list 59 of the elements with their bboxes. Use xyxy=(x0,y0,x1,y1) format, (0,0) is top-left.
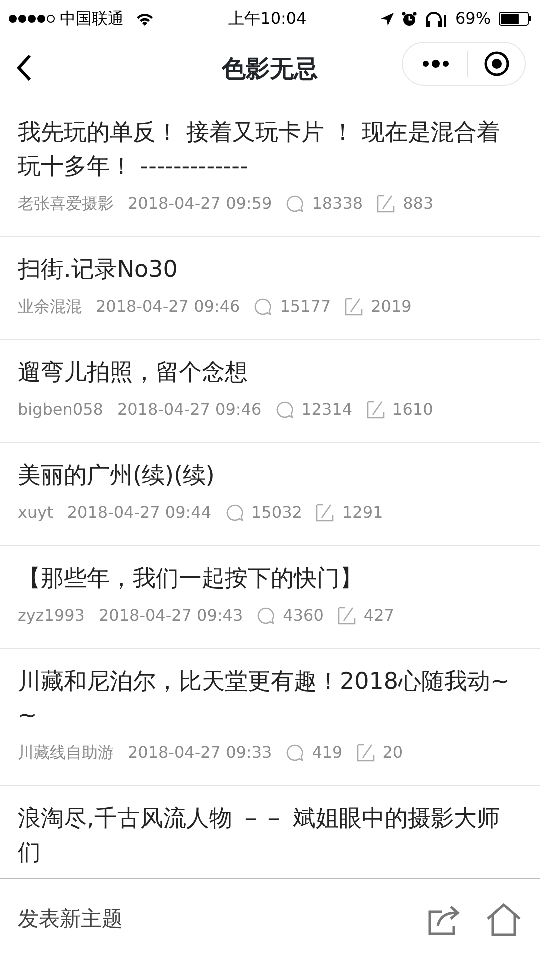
edit-icon xyxy=(377,195,396,213)
carrier-name: 中国联通 xyxy=(60,8,124,30)
reply-count: 1291 xyxy=(342,502,384,524)
view-count: 18338 xyxy=(312,193,364,215)
post-title[interactable]: 【那些年，我们一起按下的快门】 xyxy=(18,562,522,596)
post-author: 业余混混 xyxy=(18,296,82,318)
comment-icon xyxy=(286,744,304,762)
edit-icon xyxy=(338,607,356,625)
edit-icon xyxy=(316,504,334,522)
post-date: 2018-04-27 09:46 xyxy=(117,399,262,421)
post-title[interactable]: 遛弯儿拍照，留个念想 xyxy=(18,356,522,390)
post-date: 2018-04-27 09:33 xyxy=(128,742,272,764)
view-count: 15032 xyxy=(252,502,302,524)
view-count: 4360 xyxy=(283,605,324,627)
post-title[interactable]: 浪淘尽,千古风流人物 －－ 斌姐眼中的摄影大师们 xyxy=(18,802,522,870)
home-icon[interactable] xyxy=(486,902,522,936)
post-title[interactable]: 川藏和尼泊尔，比天堂更有趣！2018心随我动~ ~ xyxy=(18,665,522,733)
post-title[interactable]: 扫街.记录No30 xyxy=(18,253,522,287)
comment-icon xyxy=(257,607,276,625)
view-count: 419 xyxy=(312,742,343,764)
new-topic-button[interactable]: 发表新主题 xyxy=(18,904,428,936)
battery-percent: 69% xyxy=(455,8,492,30)
headphones-icon xyxy=(425,12,448,26)
post-date: 2018-04-27 09:59 xyxy=(128,193,272,215)
post-author: xuyt xyxy=(18,502,54,524)
reply-count: 1610 xyxy=(392,399,434,421)
view-count: 15177 xyxy=(280,296,332,318)
post-date: 2018-04-27 09:43 xyxy=(98,605,244,627)
reply-count: 2019 xyxy=(371,296,412,318)
post-author: 老张喜爱摄影 xyxy=(18,193,114,215)
post-date: 2018-04-27 09:44 xyxy=(67,502,212,524)
edit-icon xyxy=(366,401,385,419)
edit-icon xyxy=(356,744,375,762)
page-title: 色影无忌 xyxy=(222,54,318,85)
reply-count: 20 xyxy=(382,742,404,764)
post-title[interactable]: 美丽的广州(续)(续) xyxy=(18,459,522,493)
edit-icon xyxy=(345,298,364,316)
close-icon[interactable] xyxy=(484,51,510,77)
reply-count: 883 xyxy=(403,193,434,215)
post-author: zyz1993 xyxy=(18,605,85,627)
reply-count: 427 xyxy=(364,605,394,627)
comment-icon xyxy=(254,298,272,316)
more-icon[interactable] xyxy=(421,59,451,69)
post-author: bigben058 xyxy=(18,399,104,421)
back-icon[interactable] xyxy=(16,54,32,82)
signal-icon xyxy=(8,14,56,24)
location-icon xyxy=(381,12,394,26)
wifi-icon xyxy=(136,12,154,26)
alarm-icon xyxy=(402,12,418,26)
post-author: 川藏线自助游 xyxy=(18,742,114,764)
clock-time: 上午10:04 xyxy=(228,8,308,30)
post-title[interactable]: 我先玩的单反！ 接着又玩卡片 ！ 现在是混合着玩十多年！ ------------- xyxy=(18,116,522,184)
post-date: 2018-04-27 09:46 xyxy=(96,296,240,318)
comment-icon xyxy=(226,504,244,522)
comment-icon xyxy=(286,195,304,213)
share-icon[interactable] xyxy=(428,904,462,936)
view-count: 12314 xyxy=(302,399,353,421)
comment-icon xyxy=(276,401,294,419)
battery-icon xyxy=(499,12,532,26)
